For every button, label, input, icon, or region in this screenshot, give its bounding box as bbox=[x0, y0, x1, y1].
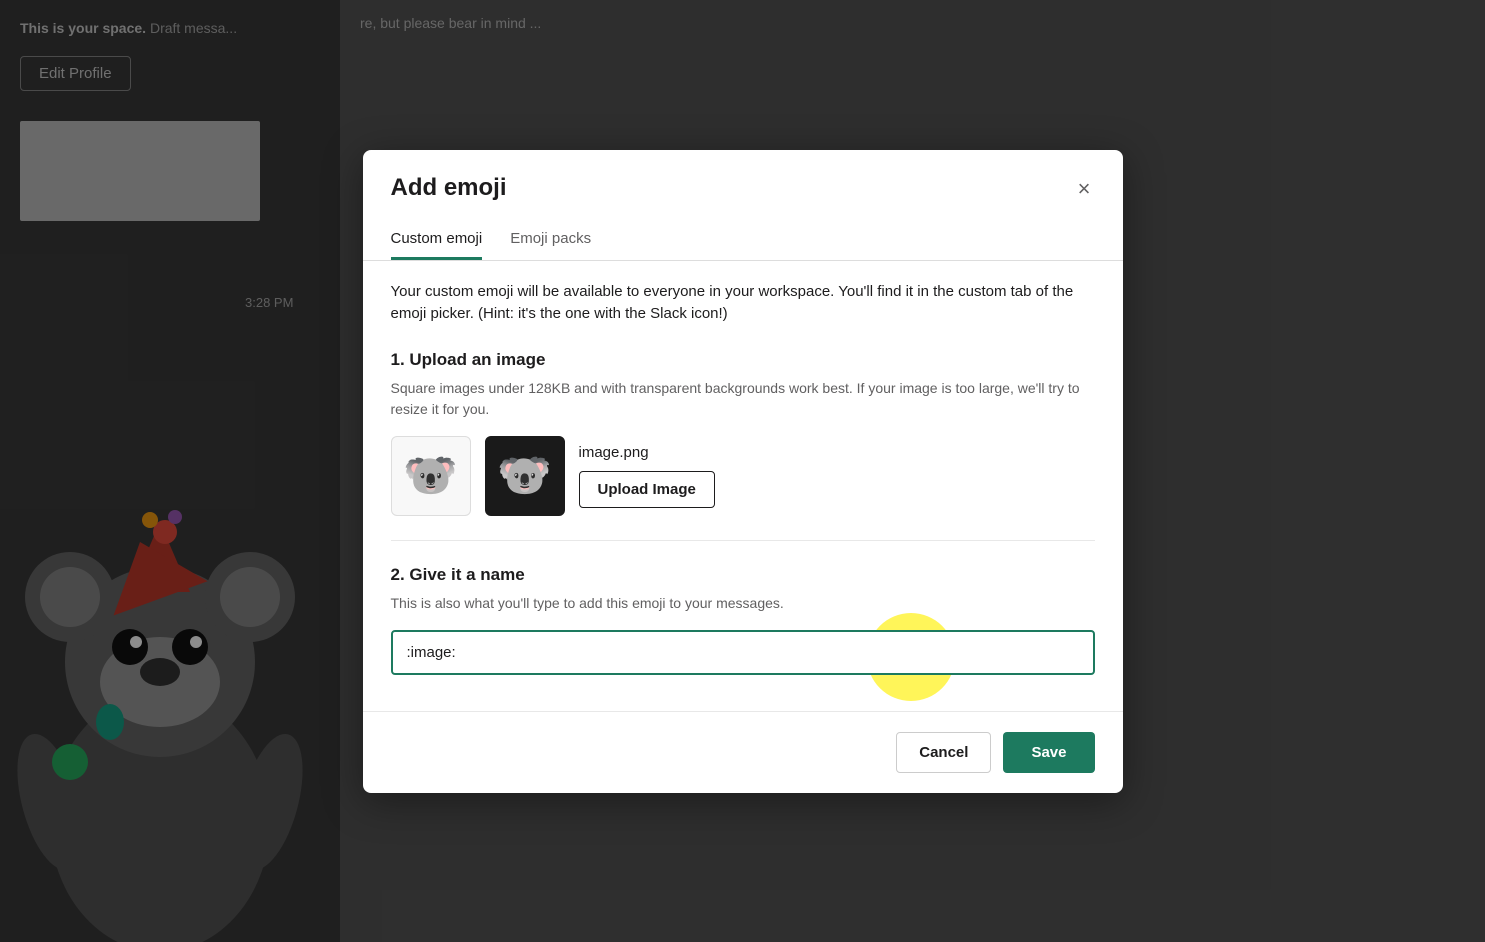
save-button[interactable]: Save bbox=[1003, 732, 1094, 773]
preview-emoji-light: 🐨 bbox=[403, 454, 458, 498]
upload-image-button[interactable]: Upload Image bbox=[579, 471, 715, 508]
tab-emoji-packs[interactable]: Emoji packs bbox=[510, 220, 591, 260]
modal-title: Add emoji bbox=[391, 174, 507, 202]
modal-overlay: Add emoji × Custom emoji Emoji packs You… bbox=[0, 0, 1485, 942]
modal-header: Add emoji × bbox=[363, 150, 1123, 204]
modal-description: Your custom emoji will be available to e… bbox=[391, 281, 1095, 326]
emoji-name-input[interactable] bbox=[391, 630, 1095, 675]
add-emoji-modal: Add emoji × Custom emoji Emoji packs You… bbox=[363, 150, 1123, 793]
name-section-title: 2. Give it a name bbox=[391, 565, 1095, 585]
modal-tabs: Custom emoji Emoji packs bbox=[363, 220, 1123, 261]
name-input-wrapper bbox=[391, 630, 1095, 675]
tab-custom-emoji[interactable]: Custom emoji bbox=[391, 220, 483, 260]
filename-label: image.png bbox=[579, 444, 715, 461]
upload-section: 1. Upload an image Square images under 1… bbox=[391, 350, 1095, 516]
preview-dark: 🐨 bbox=[485, 436, 565, 516]
upload-section-title: 1. Upload an image bbox=[391, 350, 1095, 370]
upload-section-desc: Square images under 128KB and with trans… bbox=[391, 378, 1095, 420]
upload-info: image.png Upload Image bbox=[579, 444, 715, 508]
upload-area: 🐨 🐨 image.png Upload Image bbox=[391, 436, 1095, 516]
section-divider bbox=[391, 540, 1095, 541]
modal-body: Your custom emoji will be available to e… bbox=[363, 261, 1123, 703]
modal-footer: Cancel Save bbox=[363, 711, 1123, 793]
close-button[interactable]: × bbox=[1074, 174, 1095, 204]
name-section-desc: This is also what you'll type to add thi… bbox=[391, 593, 1095, 614]
preview-emoji-dark: 🐨 bbox=[497, 454, 552, 498]
name-section: 2. Give it a name This is also what you'… bbox=[391, 565, 1095, 675]
preview-light: 🐨 bbox=[391, 436, 471, 516]
cancel-button[interactable]: Cancel bbox=[896, 732, 991, 773]
